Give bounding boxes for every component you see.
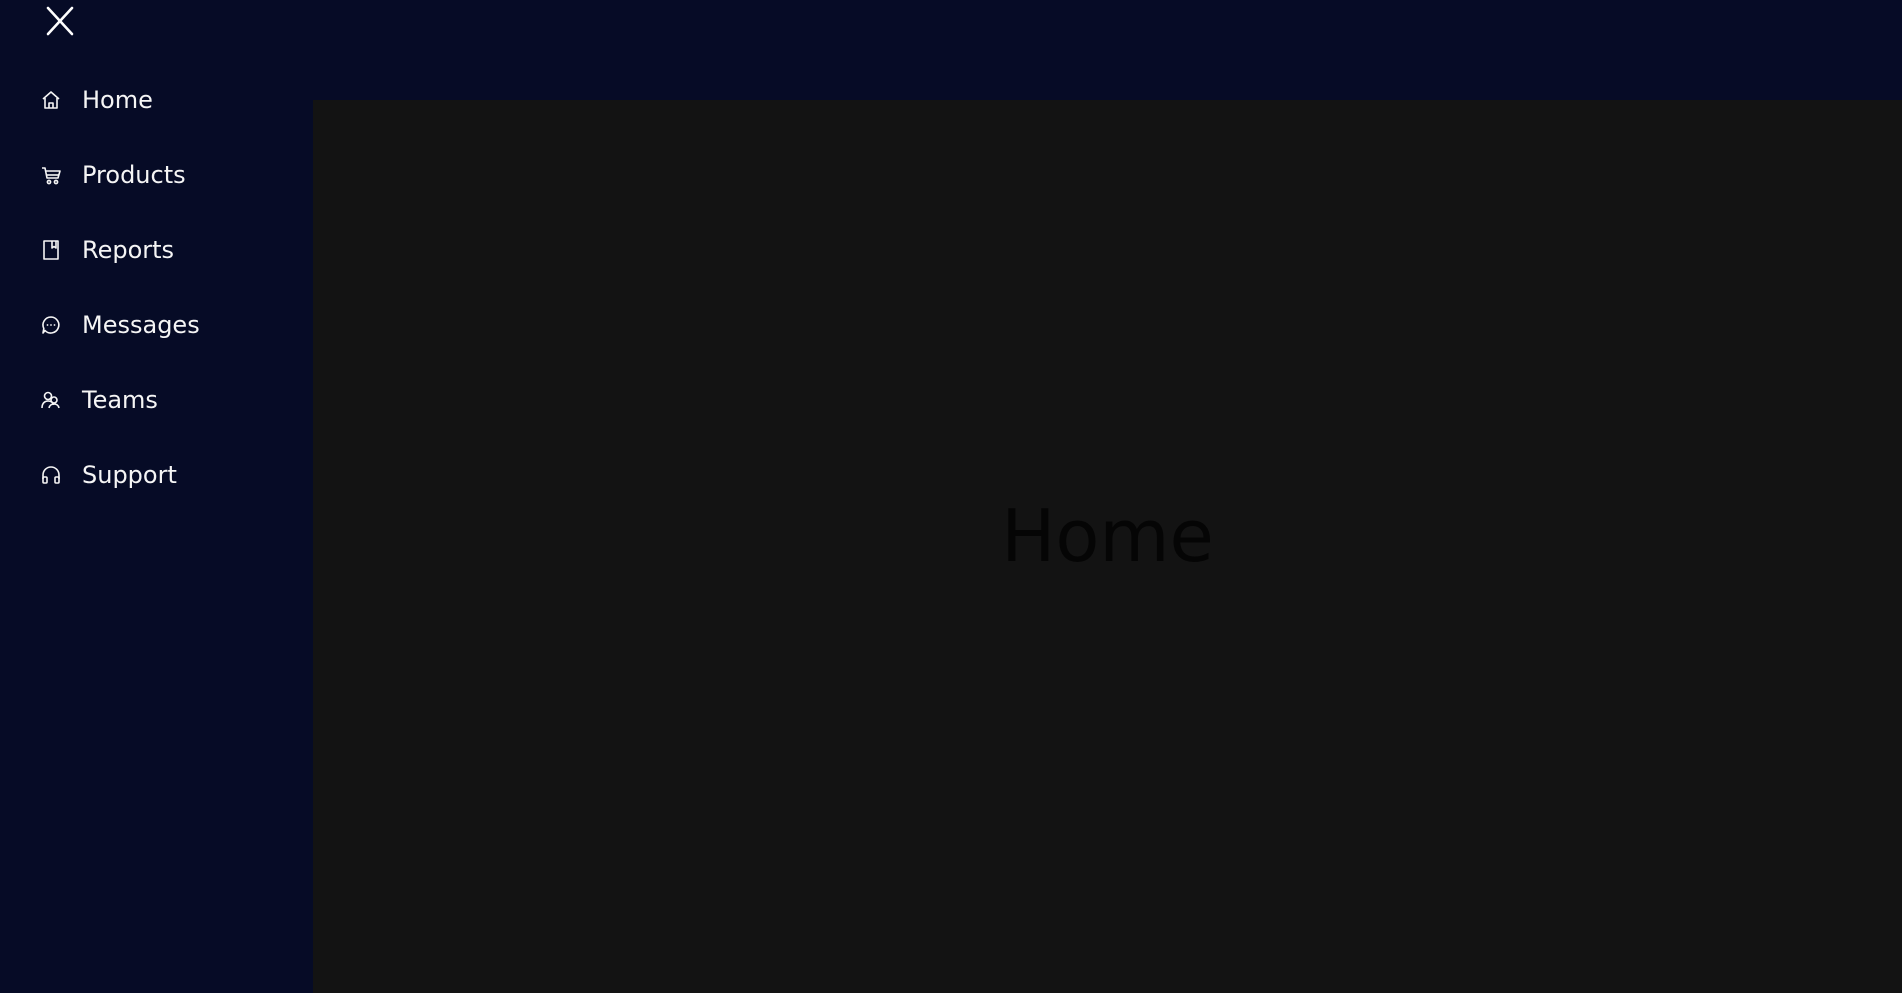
sidebar-item-label: Reports (82, 235, 175, 264)
sidebar-item-reports[interactable]: Reports (0, 212, 313, 287)
sidebar-item-messages[interactable]: Messages (0, 287, 313, 362)
sidebar-item-teams[interactable]: Teams (0, 362, 313, 437)
sidebar-item-label: Teams (82, 385, 158, 414)
sidebar-item-products[interactable]: Products (0, 137, 313, 212)
team-icon (40, 389, 62, 411)
message-icon (40, 314, 62, 336)
sidebar-nav: Home Products Reports Messages Teams Sup… (0, 62, 313, 512)
close-sidebar-button[interactable] (44, 2, 76, 38)
main-content: Home (313, 100, 1902, 993)
sidebar-item-label: Support (82, 460, 177, 489)
sidebar-item-home[interactable]: Home (0, 62, 313, 137)
close-icon (46, 6, 74, 36)
headset-icon (40, 464, 62, 486)
sidebar: Home Products Reports Messages Teams Sup… (0, 0, 313, 993)
report-icon (40, 239, 62, 261)
cart-icon (40, 164, 62, 186)
sidebar-item-support[interactable]: Support (0, 437, 313, 512)
sidebar-item-label: Products (82, 160, 186, 189)
sidebar-item-label: Messages (82, 310, 200, 339)
sidebar-item-label: Home (82, 85, 153, 114)
home-icon (40, 89, 62, 111)
page-title: Home (1001, 494, 1214, 578)
